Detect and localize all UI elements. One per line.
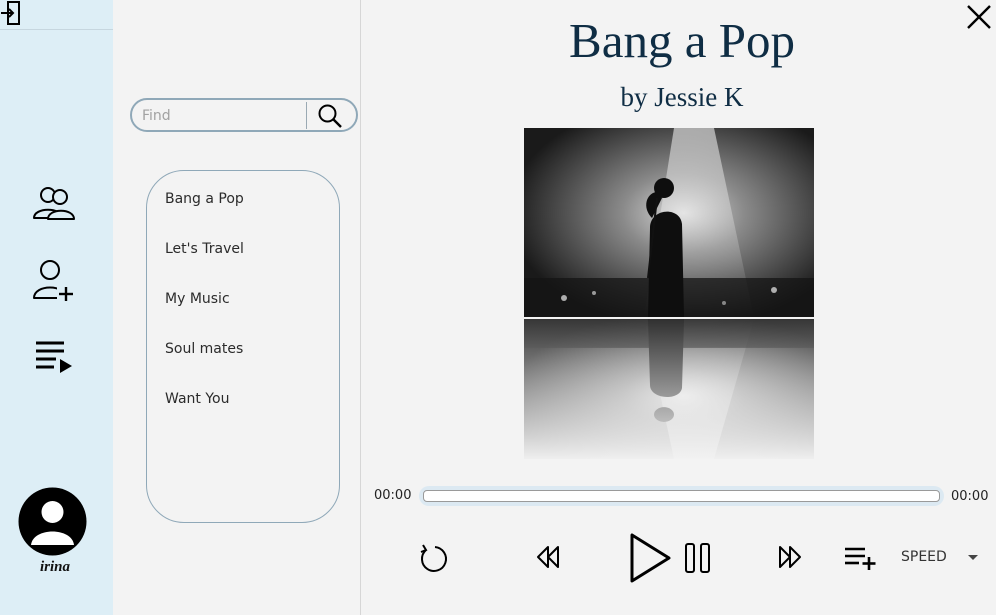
playlist-item[interactable]: Let's Travel: [165, 241, 244, 257]
fast-forward-button[interactable]: [772, 540, 808, 574]
search-input[interactable]: [142, 106, 302, 126]
chevron-down-icon: [968, 555, 978, 560]
album-cover: [524, 128, 814, 317]
player-area: Bang a Pop by Jessie K 00:00 00:00 SPEED: [362, 0, 996, 615]
sidebar-header: [0, 0, 113, 30]
progress-bar[interactable]: [419, 486, 944, 506]
repeat-button[interactable]: [415, 540, 451, 576]
play-button[interactable]: [624, 530, 674, 586]
rewind-icon: [537, 546, 559, 568]
search-button[interactable]: [315, 101, 345, 130]
song-artist: by Jessie K: [620, 82, 744, 112]
playlist-item[interactable]: Soul mates: [165, 341, 243, 357]
user-avatar-icon: [18, 487, 87, 556]
search-divider: [306, 102, 307, 129]
repeat-icon: [420, 544, 447, 572]
song-title: Bang a Pop: [569, 13, 795, 68]
playlist-add-icon: [845, 547, 876, 570]
pause-icon: [685, 543, 710, 573]
logout-icon[interactable]: [0, 0, 22, 26]
people-icon: [33, 187, 75, 220]
speed-label: SPEED: [901, 549, 947, 565]
total-time: 00:00: [951, 489, 989, 504]
playlist-button[interactable]: [26, 327, 82, 383]
rewind-button[interactable]: [530, 540, 566, 574]
avatar[interactable]: [18, 487, 87, 556]
pause-button[interactable]: [682, 540, 714, 576]
search-box: [130, 98, 358, 132]
playlist-item[interactable]: Bang a Pop: [165, 191, 244, 207]
current-time: 00:00: [374, 488, 412, 503]
add-user-icon: [33, 260, 75, 302]
playlist-item[interactable]: Want You: [165, 391, 229, 407]
playlist-item[interactable]: My Music: [165, 291, 230, 307]
fast-forward-icon: [779, 546, 801, 568]
username-label: irina: [39, 559, 70, 575]
progress-bar-inner: [423, 490, 940, 502]
playlist-panel: Bang a Pop Let's Travel My Music Soul ma…: [113, 0, 361, 615]
add-to-queue-button[interactable]: [842, 542, 878, 574]
search-icon: [318, 104, 342, 128]
friends-button[interactable]: [26, 176, 82, 232]
playlist-play-icon: [36, 341, 72, 373]
sidebar: irina: [0, 0, 113, 615]
speed-dropdown[interactable]: SPEED: [898, 545, 984, 571]
play-icon: [630, 533, 671, 583]
add-user-button[interactable]: [26, 252, 82, 308]
album-cover-reflection: [524, 319, 814, 459]
playlist-list: Bang a Pop Let's Travel My Music Soul ma…: [146, 170, 340, 523]
